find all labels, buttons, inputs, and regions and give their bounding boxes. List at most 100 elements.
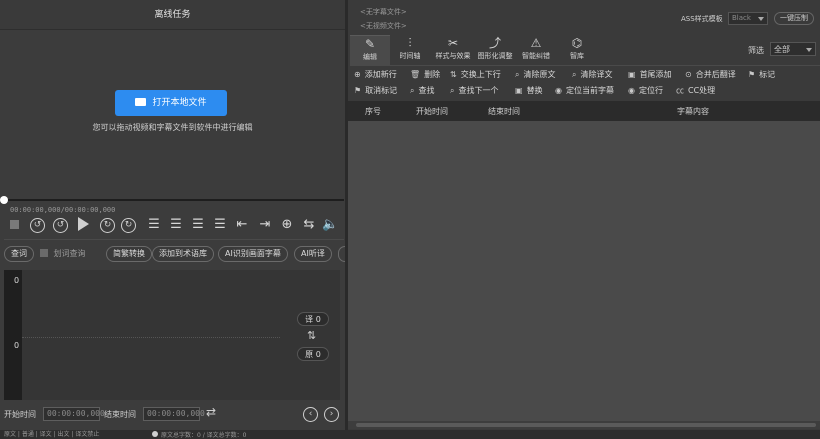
tab-edit[interactable]: ✎ 编辑: [350, 35, 390, 65]
cc-process-action[interactable]: ㏄ CC处理: [676, 85, 715, 97]
find-action[interactable]: ⌕ 查找: [410, 85, 434, 97]
clear-translation-action[interactable]: ⌕ 清除译文: [572, 69, 612, 81]
align-top-icon[interactable]: ☰: [146, 218, 162, 232]
tabs-underline: [350, 65, 820, 66]
tab-graphic-label: 图形化调整: [477, 52, 513, 60]
pin-icon: ⚑: [748, 70, 756, 79]
col-start-time[interactable]: 开始时间: [416, 106, 448, 118]
subtitle-table-body[interactable]: [348, 121, 820, 421]
tab-graphic-adjust[interactable]: ⤴ 图形化调整: [473, 35, 517, 65]
clear-translation-icon: ⌕: [572, 70, 577, 79]
play-icon[interactable]: [78, 217, 89, 231]
tab-style-effects[interactable]: ✂ 样式与效果: [431, 35, 475, 65]
select-lookup-label: 划词查询: [53, 249, 86, 258]
replace-action[interactable]: ▣ 替换: [515, 85, 543, 97]
align-bottom-icon[interactable]: ☰: [190, 218, 206, 232]
one-click-compress-button[interactable]: 一键压制: [774, 12, 814, 25]
style-icon: ✂: [447, 36, 459, 50]
playback-progress-handle[interactable]: [0, 196, 8, 204]
stop-icon[interactable]: [10, 220, 19, 229]
tab-timeline[interactable]: ⫶ 时间轴: [390, 35, 430, 65]
volume-icon[interactable]: 🔈: [322, 218, 338, 232]
open-local-file-button[interactable]: 打开本地文件: [115, 90, 227, 116]
clear-source-icon: ⌕: [515, 70, 520, 79]
end-time-label: 结束时间: [104, 410, 136, 419]
align-middle-icon[interactable]: ☰: [168, 218, 184, 232]
cc-process-label: CC处理: [688, 86, 716, 95]
add-to-glossary-button[interactable]: 添加到术语库: [152, 246, 214, 262]
col-content[interactable]: 字幕内容: [677, 106, 709, 118]
forward-5s-icon[interactable]: ↻: [121, 218, 136, 233]
divider: [4, 239, 344, 240]
replace-icon: ▣: [515, 86, 523, 95]
video-file-name: <无视频文件>: [360, 22, 407, 30]
align-center-icon[interactable]: ☰: [212, 218, 228, 232]
merge-translate-action[interactable]: ⊙ 合并后翻译: [685, 69, 736, 81]
waveform-center-line: [22, 337, 280, 338]
locate-row-icon: ◉: [628, 86, 635, 95]
unmark-action[interactable]: ⚑ 取消标记: [354, 85, 397, 97]
select-lookup-checkbox[interactable]: [40, 249, 48, 257]
playback-progress-track[interactable]: [4, 199, 344, 201]
waveform-left-bar: [4, 270, 22, 400]
translate-count-badge: 译 0: [297, 312, 329, 326]
add-new-row-action[interactable]: ⊕ 添加新行: [354, 69, 397, 81]
swap-rows-action[interactable]: ⇅ 交换上下行: [450, 69, 501, 81]
unpin-icon: ⚑: [354, 86, 362, 95]
next-subtitle-icon[interactable]: ›: [324, 407, 339, 422]
head-tail-add-action[interactable]: ▣ 首尾添加: [628, 69, 672, 81]
ai-listen-translate-button[interactable]: AI听译: [294, 246, 332, 262]
rewind-1s-icon[interactable]: ↺: [53, 218, 68, 233]
template-select[interactable]: Black: [728, 12, 768, 25]
filter-label: 筛选: [748, 46, 764, 55]
select-lookup-toggle[interactable]: 划词查询: [40, 248, 86, 259]
search-icon: ⌕: [410, 86, 415, 95]
waveform-area[interactable]: [4, 270, 340, 400]
folder-icon: [135, 98, 147, 106]
start-time-field[interactable]: 00:00:00,000: [43, 407, 105, 421]
unmark-label: 取消标记: [365, 86, 398, 95]
mark-action[interactable]: ⚑ 标记: [748, 69, 775, 81]
snap-right-icon[interactable]: ⇥: [257, 218, 273, 232]
lookup-word-button[interactable]: 查词: [4, 246, 34, 262]
mark-label: 标记: [759, 70, 776, 79]
swap-icon[interactable]: ⇆: [301, 218, 317, 232]
filter-select[interactable]: 全部: [770, 42, 816, 56]
status-right: 原文总字数：0 / 译文总字数：0: [152, 431, 246, 439]
waveform-bottom-value: 0: [14, 341, 20, 350]
find-next-action[interactable]: ⌕ 查找下一个: [450, 85, 498, 97]
more-tools-edge[interactable]: [338, 246, 345, 262]
tab-think-tank[interactable]: ⌬ 智库: [557, 35, 597, 65]
col-index[interactable]: 序号: [365, 106, 381, 118]
source-count-badge: 原 0: [297, 347, 329, 361]
end-time-field[interactable]: 00:00:00,000: [143, 407, 205, 421]
horizontal-scrollbar[interactable]: [348, 421, 820, 429]
open-local-file-label: 打开本地文件: [152, 98, 207, 108]
swap-rows-icon: ⇅: [450, 70, 457, 79]
locate-current-action[interactable]: ◉ 定位当前字幕: [555, 85, 614, 97]
prev-subtitle-icon[interactable]: ‹: [303, 407, 318, 422]
locate-row-action[interactable]: ◉ 定位行: [628, 85, 663, 97]
edit-icon: ✎: [364, 37, 376, 51]
info-icon: [152, 431, 158, 437]
target-icon[interactable]: ⊕: [279, 218, 295, 232]
clear-source-label: 清除原文: [523, 70, 556, 79]
chevron-down-icon: [806, 48, 812, 52]
ai-ocr-subtitle-button[interactable]: AI识别画面字幕: [218, 246, 288, 262]
forward-1s-icon[interactable]: ↻: [100, 218, 115, 233]
template-select-value: Black: [732, 14, 751, 22]
start-time-label: 开始时间: [4, 410, 36, 419]
swap-time-icon[interactable]: ⇄: [206, 405, 216, 419]
simplified-traditional-button[interactable]: 简繁转换: [106, 246, 152, 262]
snap-left-icon[interactable]: ⇤: [234, 218, 250, 232]
chevron-down-icon: [758, 17, 764, 21]
swap-tracks-icon[interactable]: ⇅: [307, 329, 316, 342]
rewind-5s-icon[interactable]: ↺: [30, 218, 45, 233]
trash-icon: 🗑: [410, 70, 421, 79]
col-end-time[interactable]: 结束时间: [488, 106, 520, 118]
delete-action[interactable]: 🗑 删除: [410, 69, 440, 81]
playback-controls: ↺ ↺ ↻ ↻ ☰ ☰ ☰ ☰ ⇤ ⇥ ⊕ ⇆ 🔈: [0, 216, 345, 236]
tab-smart-correct[interactable]: ⚠ 智能纠错: [516, 35, 556, 65]
clear-source-action[interactable]: ⌕ 清除原文: [515, 69, 555, 81]
scrollbar-thumb[interactable]: [356, 423, 816, 427]
